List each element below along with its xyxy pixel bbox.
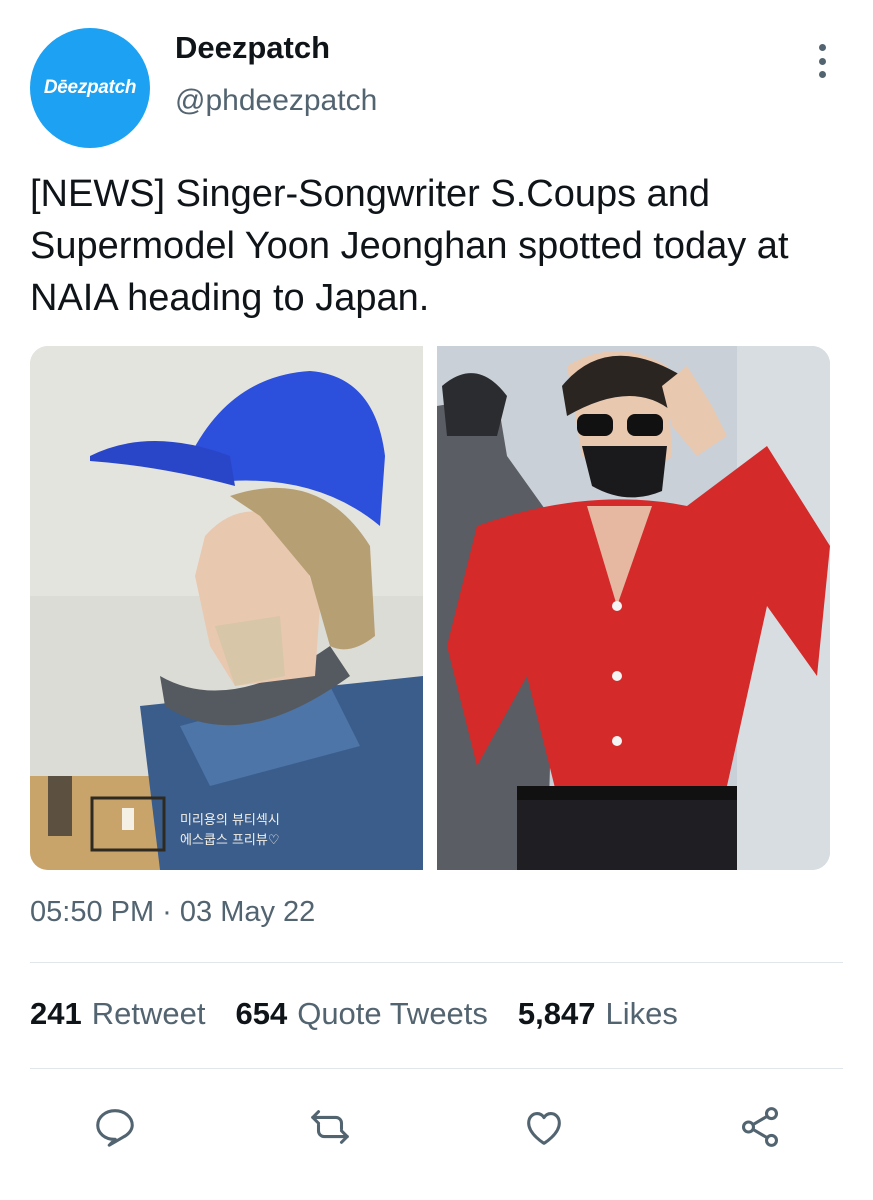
tweet-photo-1[interactable]: 미리용의 뷰티섹시 에스쿱스 프리뷰♡ xyxy=(30,346,423,870)
more-options-icon[interactable] xyxy=(806,42,838,80)
retweet-count: 241 xyxy=(30,996,82,1031)
avatar-logo-text: Dēezpatch xyxy=(43,77,137,98)
divider xyxy=(30,962,843,963)
retweet-icon[interactable] xyxy=(305,1102,355,1152)
action-bar xyxy=(0,1096,873,1156)
tweet-text: [NEWS] Singer-Songwriter S.Coups and Sup… xyxy=(30,173,789,319)
photo-2-illustration xyxy=(437,346,830,870)
likes-label: Likes xyxy=(605,996,678,1031)
user-handle[interactable]: @phdeezpatch xyxy=(175,84,377,118)
display-name[interactable]: Deezpatch xyxy=(175,30,330,66)
media-grid: 미리용의 뷰티섹시 에스쿱스 프리뷰♡ xyxy=(30,346,830,870)
divider xyxy=(30,1068,843,1069)
likes-count: 5,847 xyxy=(517,996,596,1031)
retweet-label: Retweet xyxy=(91,996,206,1031)
like-icon[interactable] xyxy=(519,1102,569,1152)
quote-count: 654 xyxy=(235,996,288,1031)
photo-1-illustration: 미리용의 뷰티섹시 에스쿱스 프리뷰♡ xyxy=(30,346,423,870)
svg-text:에스쿱스 프리뷰♡: 에스쿱스 프리뷰♡ xyxy=(180,833,280,848)
quote-label: Quote Tweets xyxy=(297,996,488,1031)
svg-text:미리용의 뷰티섹시: 미리용의 뷰티섹시 xyxy=(180,813,280,828)
reply-icon[interactable] xyxy=(90,1102,140,1152)
tweet-photo-2[interactable] xyxy=(437,346,830,870)
quote-stat[interactable]: 654 Quote Tweets xyxy=(235,996,487,1032)
engagement-stats: 241 Retweet 654 Quote Tweets 5,847 Likes xyxy=(30,996,708,1032)
share-icon[interactable] xyxy=(735,1102,785,1152)
retweet-stat[interactable]: 241 Retweet xyxy=(30,996,205,1032)
avatar[interactable]: Dēezpatch xyxy=(30,28,150,148)
tweet-timestamp[interactable]: 05:50 PM · 03 May 22 xyxy=(30,896,315,929)
likes-stat[interactable]: 5,847 Likes xyxy=(518,996,678,1032)
